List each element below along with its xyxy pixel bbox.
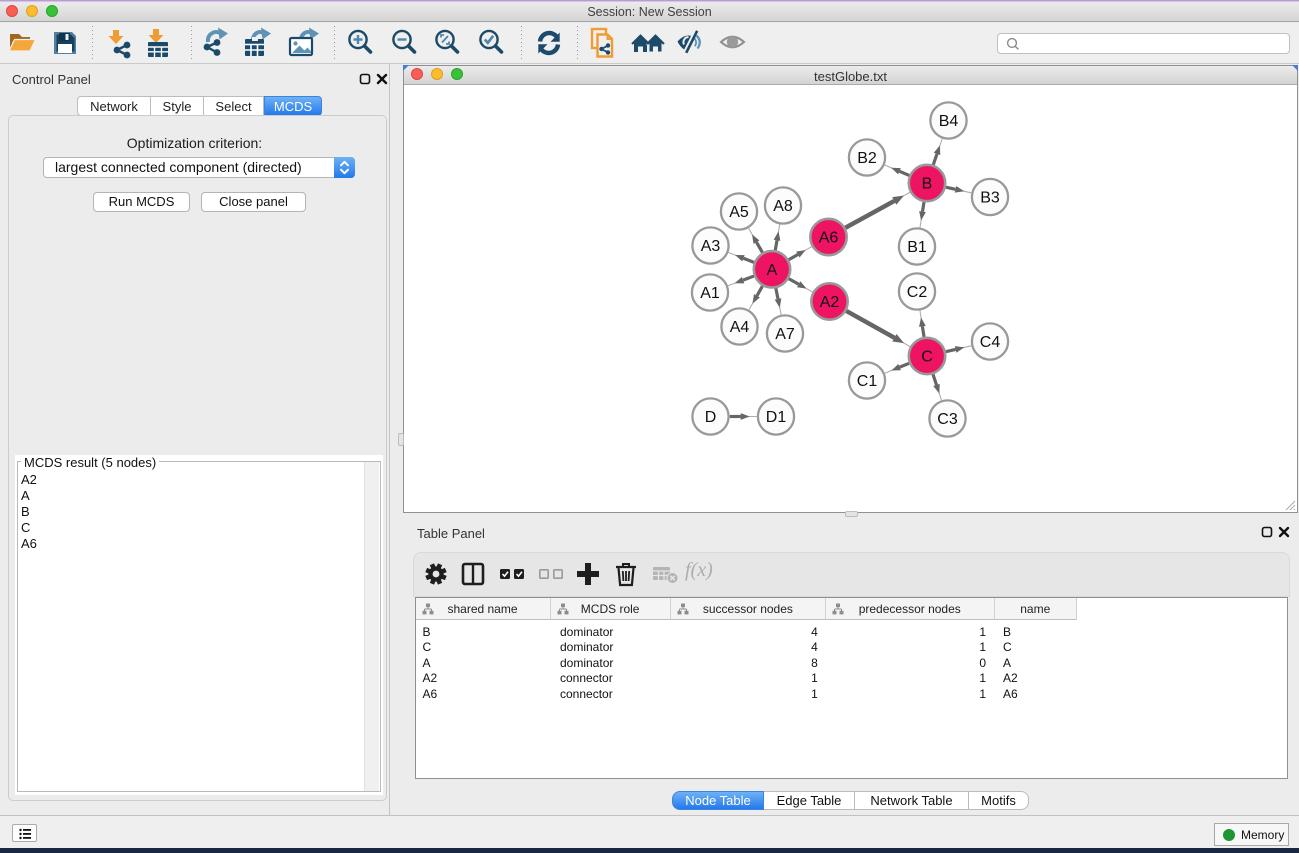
svg-text:C2: C2	[907, 284, 928, 301]
svg-text:A1: A1	[700, 285, 720, 302]
svg-text:C1: C1	[857, 373, 878, 390]
svg-text:A4: A4	[730, 319, 750, 336]
svg-text:A2: A2	[820, 294, 840, 311]
svg-text:C4: C4	[980, 334, 1001, 351]
svg-text:A7: A7	[775, 326, 795, 343]
svg-text:B: B	[922, 176, 933, 193]
svg-text:A5: A5	[729, 204, 749, 221]
svg-text:C3: C3	[937, 411, 958, 428]
svg-text:A: A	[767, 262, 778, 279]
svg-text:B3: B3	[980, 190, 1000, 207]
svg-text:A3: A3	[701, 238, 721, 255]
svg-text:B4: B4	[939, 113, 959, 130]
svg-text:D1: D1	[766, 409, 787, 426]
svg-text:D: D	[705, 409, 717, 426]
svg-text:A6: A6	[819, 230, 839, 247]
svg-text:B1: B1	[907, 239, 927, 256]
svg-text:B2: B2	[857, 150, 877, 167]
svg-text:A8: A8	[773, 198, 793, 215]
svg-text:C: C	[921, 349, 933, 366]
